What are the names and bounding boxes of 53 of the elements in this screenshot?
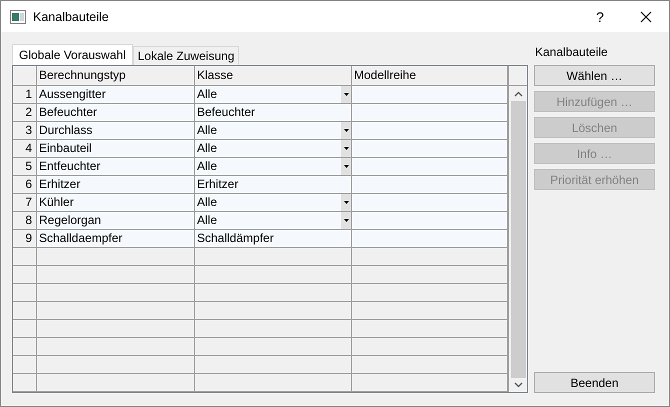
dropdown-button[interactable] — [341, 158, 351, 175]
panel-label: Kanalbauteile — [535, 44, 609, 60]
row-number: 6 — [13, 176, 37, 193]
table-cell: Erhitzer — [197, 176, 238, 193]
panel-button[interactable]: Wählen … — [534, 65, 655, 86]
caret-icon — [344, 147, 348, 150]
table-cell: Alle — [197, 140, 218, 157]
row-number: 4 — [13, 140, 37, 157]
column-header[interactable]: Modellreihe — [352, 66, 508, 85]
table-cell: Aussengitter — [37, 86, 195, 103]
dropdown-button[interactable] — [341, 122, 351, 139]
row-number: 5 — [13, 158, 37, 175]
dropdown-button[interactable] — [341, 140, 351, 157]
caret-icon — [344, 165, 348, 168]
table-cell: Schalldaempfer — [37, 230, 195, 247]
scroll-up-icon — [514, 91, 522, 97]
window-title: Kanalbauteile — [33, 10, 109, 24]
row-number: 9 — [13, 230, 37, 247]
close-icon — [640, 10, 652, 22]
table-cell: Alle — [197, 194, 218, 211]
row-number: 3 — [13, 122, 37, 139]
table-cell: Alle — [197, 122, 218, 139]
caret-icon — [344, 129, 348, 132]
table-cell: Kühler — [37, 194, 195, 211]
table-cell: Erhitzer — [37, 176, 195, 193]
dropdown-button[interactable] — [341, 86, 351, 103]
table-cell: Entfeuchter — [37, 158, 195, 175]
table-cell: Durchlass — [37, 122, 195, 139]
row-number: 7 — [13, 194, 37, 211]
row-number: 8 — [13, 212, 37, 229]
app-icon — [10, 10, 26, 24]
row-number: 2 — [13, 104, 37, 121]
row-number: 1 — [13, 86, 37, 103]
table-cell: Einbauteil — [37, 140, 195, 157]
table-cell: Alle — [197, 212, 218, 229]
tab[interactable]: Globale Vorauswahl — [12, 44, 133, 65]
caret-icon — [344, 93, 348, 96]
caret-icon — [344, 201, 348, 204]
exit-button[interactable]: Beenden — [534, 372, 655, 393]
table-cell: Befeuchter — [197, 104, 256, 121]
table-cell: Alle — [197, 86, 218, 103]
scroll-down-icon — [514, 382, 522, 388]
table-cell: Regelorgan — [37, 212, 195, 229]
dropdown-button[interactable] — [341, 212, 351, 229]
table-cell: Befeuchter — [37, 104, 195, 121]
column-header[interactable]: Klasse — [195, 66, 352, 85]
column-header[interactable]: Berechnungstyp — [37, 66, 195, 85]
help-button[interactable]: ? — [577, 1, 623, 32]
table-cell: Schalldämpfer — [197, 230, 274, 247]
caret-icon — [344, 219, 348, 222]
dropdown-button[interactable] — [341, 194, 351, 211]
tab[interactable]: Lokale Zuweisung — [132, 46, 240, 65]
table-cell: Alle — [197, 158, 218, 175]
